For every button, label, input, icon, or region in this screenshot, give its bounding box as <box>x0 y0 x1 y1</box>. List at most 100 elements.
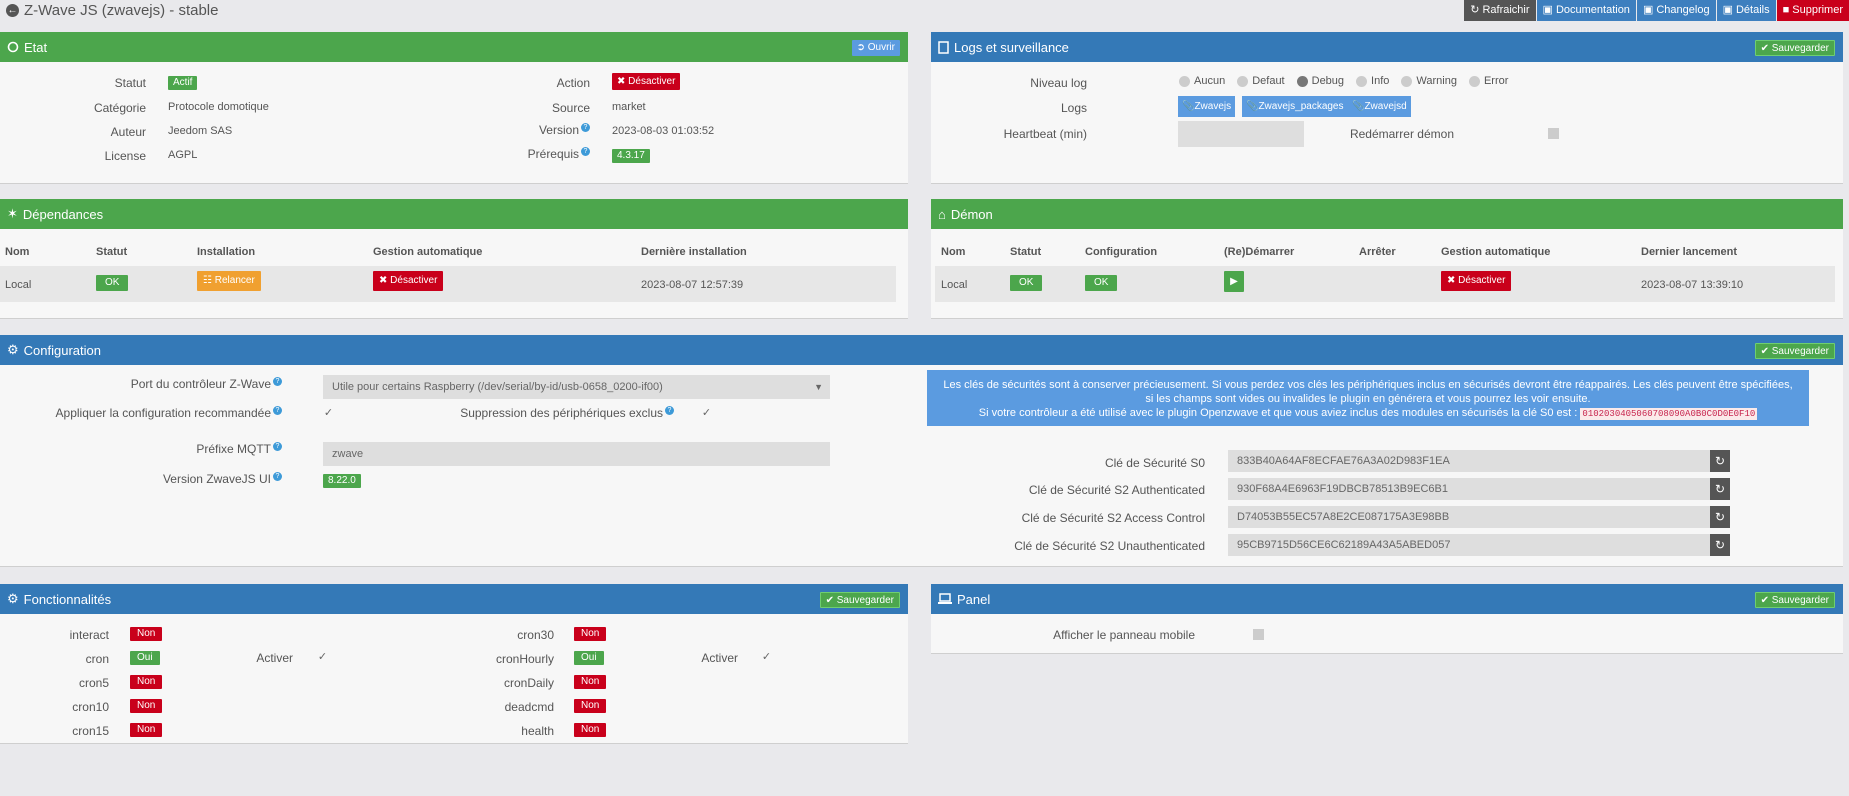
key-s0-input[interactable]: 833B40A64AF8ECFAE76A3A02D983F1EA <box>1228 450 1710 472</box>
info-line-3-text: Si votre contrôleur a été utilisé avec l… <box>978 407 1578 419</box>
log-level-aucun[interactable]: Aucun <box>1179 75 1225 87</box>
help-icon[interactable]: ? <box>581 147 590 156</box>
fonct-item-badge: Oui <box>130 651 160 665</box>
heartbeat-input[interactable] <box>1178 121 1304 147</box>
deactivate-plugin-button[interactable]: ✖ Désactiver <box>612 73 681 90</box>
fonct-item-label: deadcmd <box>504 700 554 714</box>
key-s2unauth-input[interactable]: 95CB9715D56CE6C62189A43A5ABED057 <box>1228 534 1710 556</box>
fonct-item-badge: Non <box>574 723 607 737</box>
mobile-panel-checkbox[interactable] <box>1253 629 1264 640</box>
open-button[interactable]: ➲ Ouvrir <box>851 40 900 56</box>
deps-col-gestion: Gestion automatique <box>373 246 483 258</box>
refresh-icon[interactable]: ↻ <box>1710 506 1730 528</box>
play-icon[interactable]: ▶ <box>1224 271 1244 292</box>
deps-deactivate-button[interactable]: ✖ Désactiver <box>373 271 444 291</box>
radio-selected-icon <box>1296 75 1308 87</box>
fonct-item-label: cron30 <box>517 628 554 642</box>
key-s2auth-input[interactable]: 930F68A4E6963F19DBCB78513B9EC6B1 <box>1228 478 1710 500</box>
auteur-value: Jeedom SAS <box>168 125 233 137</box>
log-level-defaut[interactable]: Defaut <box>1237 75 1285 87</box>
help-icon[interactable]: ? <box>273 472 282 481</box>
apply-config-checkbox[interactable]: ✓ <box>323 408 334 419</box>
fonct-item-label: cron10 <box>72 700 109 714</box>
cog-icon: ⚙ <box>7 591 19 606</box>
suppr-label-text: Suppression des périphériques exclus <box>460 406 663 420</box>
mqtt-label-text: Préfixe MQTT <box>196 442 271 456</box>
restart-daemon-label: Redémarrer démon <box>1349 127 1454 141</box>
circle-icon <box>7 41 19 53</box>
key-s0-label: Clé de Sécurité S0 <box>1104 456 1205 470</box>
fonct-save-label: Sauvegarder <box>836 595 894 606</box>
version-label-text: Version <box>538 123 579 137</box>
demon-col-nom: Nom <box>941 246 966 258</box>
logs-save-button[interactable]: ✔ Sauvegarder <box>1754 40 1835 56</box>
log-zwavejsd-button[interactable]: 📎Zwavejsd <box>1348 96 1411 117</box>
panel-panel: Panel ✔ Sauvegarder Afficher le panneau … <box>931 584 1843 654</box>
config-save-button[interactable]: ✔ Sauvegarder <box>1754 343 1835 359</box>
help-icon[interactable]: ? <box>273 377 282 386</box>
log-level-error[interactable]: Error <box>1468 75 1508 87</box>
apply-config-label: Appliquer la configuration recommandée? <box>56 406 282 420</box>
help-icon[interactable]: ? <box>273 406 282 415</box>
restart-daemon-checkbox[interactable] <box>1548 128 1559 139</box>
help-icon[interactable]: ? <box>273 442 282 451</box>
deps-col-nom: Nom <box>5 246 30 258</box>
demon-title: Démon <box>950 206 993 222</box>
cron-activer-checkbox[interactable]: ✓ <box>317 652 328 663</box>
mqtt-label: Préfixe MQTT? <box>196 442 282 456</box>
open-label: Ouvrir <box>867 42 895 53</box>
key-s2access-input[interactable]: D74053B55EC57A8E2CE087175A3E98BB <box>1228 506 1710 528</box>
log-level-warning[interactable]: Warning <box>1401 75 1457 87</box>
details-label: Détails <box>1735 4 1770 16</box>
fonct-save-button[interactable]: ✔ Sauvegarder <box>819 592 900 608</box>
changelog-button[interactable]: ▣ Changelog <box>1636 0 1716 21</box>
log-level-info[interactable]: Info <box>1356 75 1389 87</box>
back-arrow-icon[interactable]: ← <box>6 4 19 17</box>
deps-status-badge: OK <box>96 275 129 291</box>
toolbar: ↻ Rafraichir ▣ Documentation ▣ Changelog ▣ D… <box>1464 0 1849 21</box>
details-button[interactable]: ▣ Détails <box>1716 0 1776 21</box>
demon-col-statut: Statut <box>1010 246 1042 258</box>
panel-save-button[interactable]: ✔ Sauvegarder <box>1754 592 1835 608</box>
log-zwavejs-button[interactable]: 📎Zwavejs <box>1178 96 1236 117</box>
logs-header: Logs et surveillance ✔ Sauvegarder <box>931 32 1843 62</box>
categorie-value: Protocole domotique <box>168 101 269 113</box>
radio-icon <box>1179 75 1190 87</box>
file-icon <box>938 40 949 54</box>
demon-deactivate-button[interactable]: ✖ Désactiver <box>1441 271 1512 291</box>
ui-version-label: Version ZwaveJS UI? <box>163 472 282 486</box>
radio-icon <box>1468 75 1480 87</box>
relaunch-button[interactable]: ☷ Relancer <box>197 271 261 291</box>
mobile-panel-label: Afficher le panneau mobile <box>1053 628 1195 642</box>
key-s2auth-label: Clé de Sécurité S2 Authenticated <box>1028 483 1205 497</box>
refresh-icon[interactable]: ↻ <box>1710 478 1730 500</box>
deps-col-statut: Statut <box>96 246 128 258</box>
suppr-checkbox[interactable]: ✓ <box>701 408 712 419</box>
prerequis-badge: 4.3.17 <box>612 149 650 163</box>
log-level-debug[interactable]: Debug <box>1296 75 1344 87</box>
demon-nom: Local <box>941 279 968 291</box>
delete-button[interactable]: ■ Supprimer <box>1776 0 1849 21</box>
panel-header: Panel ✔ Sauvegarder <box>931 584 1843 614</box>
mqtt-input[interactable]: zwave <box>323 442 830 466</box>
fonct-item-label: cronDaily <box>503 676 554 690</box>
port-select[interactable]: Utile pour certains Raspberry (/dev/seri… <box>323 375 830 399</box>
demon-panel: ⌂ Démon Nom Statut Configuration (Re)Dém… <box>931 199 1843 319</box>
apply-config-label-text: Appliquer la configuration recommandée <box>55 406 271 420</box>
refresh-button[interactable]: ↻ Rafraichir <box>1464 0 1536 21</box>
help-icon[interactable]: ? <box>581 123 590 132</box>
fonct-item-label: interact <box>69 628 109 642</box>
refresh-icon[interactable]: ↻ <box>1710 534 1730 556</box>
version-value: 2023-08-03 01:03:52 <box>612 125 715 137</box>
fonct-item-badge: Non <box>574 675 607 689</box>
help-icon[interactable]: ? <box>665 406 674 415</box>
info-line-3: Si votre contrôleur a été utilisé avec l… <box>927 406 1809 421</box>
book-icon: ▣ <box>1642 4 1654 16</box>
documentation-button[interactable]: ▣ Documentation <box>1536 0 1636 21</box>
log-zwavejs-packages-button[interactable]: 📎Zwavejs_packages <box>1242 96 1348 117</box>
demon-date: 2023-08-07 13:39:10 <box>1641 279 1744 291</box>
cronhourly-activer-label: Activer <box>701 651 738 665</box>
fonct-item-badge: Non <box>130 723 163 737</box>
cronhourly-activer-checkbox[interactable]: ✓ <box>761 652 772 663</box>
refresh-icon[interactable]: ↻ <box>1710 450 1730 472</box>
